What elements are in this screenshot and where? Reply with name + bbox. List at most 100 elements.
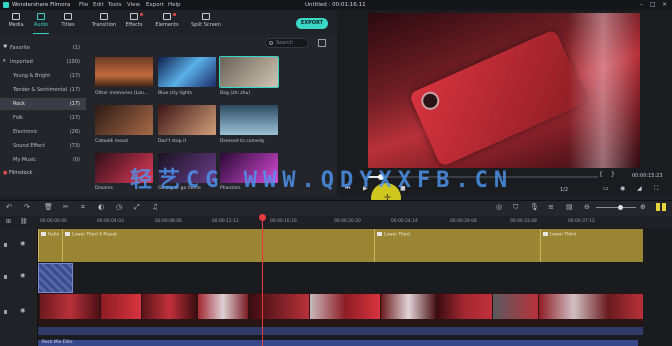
filmstock-link[interactable]: ● Filmstock xyxy=(3,170,32,176)
tab-elements[interactable]: Elements xyxy=(153,13,181,33)
mark-in-icon[interactable]: { xyxy=(599,171,603,178)
music-thumb-5[interactable] xyxy=(158,105,216,135)
playhead-handle[interactable] xyxy=(259,214,266,221)
marker-icon[interactable]: ⛉ xyxy=(513,203,518,212)
volume-icon[interactable]: ◢ xyxy=(637,185,642,192)
undo-icon[interactable]: ↶ xyxy=(6,203,12,211)
title-bar: Wondershare Filmora File Edit Tools View… xyxy=(0,0,672,10)
menu-tools[interactable]: Tools xyxy=(108,2,122,8)
heart-icon: ♥ xyxy=(3,44,8,50)
menu-file[interactable]: File xyxy=(79,2,88,8)
music-title: Bag (zhi zhu) xyxy=(220,91,251,96)
title-clip[interactable]: Lower Third xyxy=(374,229,540,262)
zoom-slider-handle[interactable] xyxy=(618,205,623,210)
redo-icon[interactable]: ↷ xyxy=(24,203,30,211)
fullscreen-icon[interactable]: ⛶ xyxy=(654,185,658,193)
playhead[interactable] xyxy=(262,217,263,346)
search-input[interactable]: Search xyxy=(265,38,309,48)
menu-view[interactable]: View xyxy=(127,2,140,8)
tab-split-screen[interactable]: Split Screen xyxy=(188,13,224,33)
video-clip[interactable] xyxy=(310,294,380,319)
fit-icon[interactable]: ⤢ xyxy=(134,203,140,212)
category-imported[interactable]: ▾ Imported (100) xyxy=(0,56,86,68)
title-clip[interactable]: Lower Third xyxy=(540,229,643,262)
title-clip[interactable]: Lower Third 4 Preset xyxy=(62,229,374,262)
category-sound-effect[interactable]: Sound Effect (73) xyxy=(0,140,86,152)
title-clip-text: Hello xyxy=(48,232,60,238)
export-button[interactable]: EXPORT xyxy=(296,18,328,29)
close-icon[interactable]: × xyxy=(662,1,667,8)
title-clip[interactable]: Hello xyxy=(38,229,62,262)
zoom-in-icon[interactable]: ⊕ xyxy=(640,203,646,211)
music-title: Blue city lights xyxy=(158,91,192,96)
maximize-icon[interactable]: □ xyxy=(650,1,656,8)
pause-icon[interactable] xyxy=(656,203,660,211)
filmora-logo-icon xyxy=(3,2,9,8)
monitor-icon[interactable]: ▭ xyxy=(603,185,609,192)
music-thumb-4[interactable] xyxy=(95,105,153,135)
menu-export[interactable]: Export xyxy=(146,2,164,8)
split-audio-icon[interactable]: ▤ xyxy=(566,203,573,211)
category-tender[interactable]: Tender & Sentimental (17) xyxy=(0,84,86,96)
tab-effects[interactable]: Effects xyxy=(121,13,147,33)
music-clip[interactable]: Rock Mix Elite xyxy=(38,340,638,346)
pause-icon[interactable] xyxy=(662,203,666,211)
speed-icon[interactable]: ◷ xyxy=(116,203,122,211)
cut-icon[interactable]: ✂ xyxy=(63,203,69,211)
lock-icon[interactable] xyxy=(4,275,7,279)
minimize-icon[interactable]: – xyxy=(640,1,643,8)
zoom-out-icon[interactable]: ⊖ xyxy=(584,203,590,211)
light-streak xyxy=(568,13,638,168)
video-clip[interactable] xyxy=(142,294,197,319)
crop-icon[interactable]: ⌗ xyxy=(81,203,85,212)
tab-media-label: Media xyxy=(8,22,24,28)
tab-titles[interactable]: Titles xyxy=(56,13,80,33)
eye-icon[interactable]: ◉ xyxy=(20,307,25,314)
playback-quality[interactable]: 1/2 xyxy=(560,187,568,193)
category-young-bright[interactable]: Young & Bright (17) xyxy=(0,70,86,82)
mark-out-icon[interactable]: } xyxy=(611,171,615,178)
music-thumb-1[interactable] xyxy=(95,57,153,87)
tab-audio[interactable]: Audio xyxy=(29,13,53,34)
menu-help[interactable]: Help xyxy=(168,2,181,8)
menu-edit[interactable]: Edit xyxy=(93,2,104,8)
video-clip[interactable] xyxy=(249,294,309,319)
category-electronic[interactable]: Electronic (26) xyxy=(0,126,86,138)
eye-icon[interactable]: ◉ xyxy=(20,240,25,247)
link-icon[interactable]: ⛓ xyxy=(20,218,28,225)
add-track-icon[interactable]: ⊞ xyxy=(6,218,11,225)
voiceover-icon[interactable]: ≡ xyxy=(548,203,554,211)
category-rock[interactable]: Rock (17) xyxy=(0,98,86,110)
lock-icon[interactable] xyxy=(4,310,7,314)
category-name: Tender & Sentimental xyxy=(13,87,68,93)
category-my-music[interactable]: My Music (0) xyxy=(0,154,86,166)
video-clip[interactable] xyxy=(381,294,436,319)
audio-waveform[interactable] xyxy=(38,327,643,335)
grid-view-icon[interactable] xyxy=(318,39,326,47)
category-favorite[interactable]: ♥ Favorite (1) xyxy=(0,42,86,54)
video-clip[interactable] xyxy=(198,294,248,319)
audio-adjust-icon[interactable]: ♫ xyxy=(152,203,158,211)
category-folk[interactable]: Folk (17) xyxy=(0,112,86,124)
color-icon[interactable]: ◐ xyxy=(98,203,104,211)
video-clip[interactable] xyxy=(493,294,538,319)
render-icon[interactable]: ◎ xyxy=(496,203,502,211)
music-thumb-6[interactable] xyxy=(220,105,278,135)
video-clip[interactable] xyxy=(437,294,492,319)
zoom-slider[interactable] xyxy=(596,207,636,208)
delete-icon[interactable]: 🗑 xyxy=(44,203,53,211)
eye-icon[interactable]: ◉ xyxy=(20,272,25,279)
microphone-icon[interactable]: 🎙 xyxy=(530,203,539,211)
overlay-clip[interactable] xyxy=(38,263,73,293)
lock-icon[interactable] xyxy=(4,243,7,247)
music-thumb-2[interactable] xyxy=(158,57,216,87)
video-clip[interactable] xyxy=(40,294,100,319)
music-thumb-3[interactable] xyxy=(219,56,279,88)
snapshot-icon[interactable]: ◉ xyxy=(620,185,625,192)
tab-media[interactable]: Media xyxy=(4,13,28,33)
tab-transition[interactable]: Transition xyxy=(89,13,119,33)
video-clip[interactable] xyxy=(539,294,643,319)
video-clip[interactable] xyxy=(101,294,141,319)
category-count: (73) xyxy=(69,143,80,149)
category-count: (26) xyxy=(69,129,80,135)
